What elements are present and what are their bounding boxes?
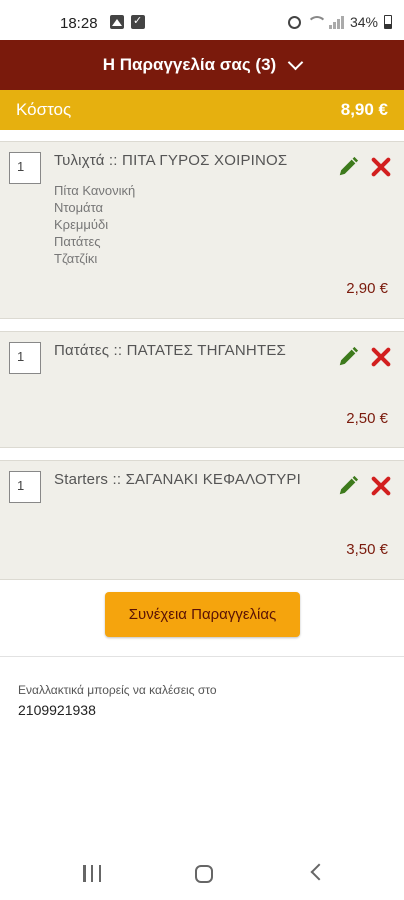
gallery-notification-icon — [110, 15, 124, 29]
status-bar: 18:28 34% — [0, 0, 404, 40]
item-name: Πατάτες :: ΠΑΤΑΤΕΣ ΤΗΓΑΝΗΤΕΣ — [54, 342, 286, 359]
item-name: Starters :: ΣΑΓΑΝΑΚΙ ΚΕΦΑΛΟΤΥΡΙ — [54, 471, 301, 488]
item-price: 2,90 € — [346, 280, 388, 297]
edit-pencil-icon[interactable] — [337, 156, 359, 178]
cart-item: 1 Τυλιχτά :: ΠΙΤΑ ΓΥΡΟΣ ΧΟΙΡΙΝΟΣ Πίτα Κα… — [0, 141, 404, 319]
status-time: 18:28 — [60, 15, 98, 32]
phone-number[interactable]: 2109921938 — [18, 702, 96, 718]
home-icon[interactable] — [195, 865, 213, 883]
checkbox-notification-icon — [131, 14, 145, 29]
cart-item: 1 Πατάτες :: ΠΑΤΑΤΕΣ ΤΗΓΑΝΗΤΕΣ 2,50 € — [0, 331, 404, 448]
quantity-field[interactable]: 1 — [9, 152, 41, 184]
delete-icon[interactable] — [370, 475, 392, 497]
edit-pencil-icon[interactable] — [337, 346, 359, 368]
battery-percent: 34% — [349, 14, 378, 30]
wifi-icon — [306, 15, 327, 29]
recents-icon[interactable] — [83, 865, 101, 882]
system-nav-bar — [0, 846, 404, 900]
delete-icon[interactable] — [370, 156, 392, 178]
alarm-icon — [287, 15, 301, 29]
quantity-field[interactable]: 1 — [9, 342, 41, 374]
item-option: Πίτα Κανονική — [54, 183, 136, 198]
cost-label: Κόστος — [16, 100, 72, 119]
item-option: Κρεμμύδι — [54, 217, 109, 232]
item-options: Πίτα Κανονική Ντομάτα Κρεμμύδι Πατάτες Τ… — [54, 182, 135, 267]
delete-icon[interactable] — [370, 346, 392, 368]
alt-contact-text: Εναλλακτικά μπορείς να καλέσεις στο — [18, 683, 217, 697]
item-price: 3,50 € — [346, 541, 388, 558]
back-icon[interactable] — [310, 863, 328, 881]
signal-icon — [328, 15, 344, 29]
cost-bar: Κόστος 8,90 € — [0, 90, 404, 130]
quantity-field[interactable]: 1 — [9, 471, 41, 503]
chevron-down-icon — [287, 54, 304, 70]
continue-order-button[interactable]: Συνέχεια Παραγγελίας — [105, 592, 300, 637]
item-option: Τζατζίκι — [54, 251, 98, 266]
order-title: Η Παραγγελία σας (3) — [102, 55, 277, 74]
edit-pencil-icon[interactable] — [337, 475, 359, 497]
battery-icon — [384, 15, 392, 29]
divider — [0, 656, 404, 657]
status-indicators: 34% — [287, 14, 392, 30]
cost-total: 8,90 € — [340, 100, 388, 119]
item-price: 2,50 € — [346, 410, 388, 427]
order-header[interactable]: Η Παραγγελία σας (3) — [0, 40, 404, 90]
cart-item: 1 Starters :: ΣΑΓΑΝΑΚΙ ΚΕΦΑΛΟΤΥΡΙ 3,50 € — [0, 460, 404, 580]
item-name: Τυλιχτά :: ΠΙΤΑ ΓΥΡΟΣ ΧΟΙΡΙΝΟΣ — [54, 152, 288, 169]
item-option: Ντομάτα — [54, 200, 104, 215]
item-option: Πατάτες — [54, 234, 101, 249]
